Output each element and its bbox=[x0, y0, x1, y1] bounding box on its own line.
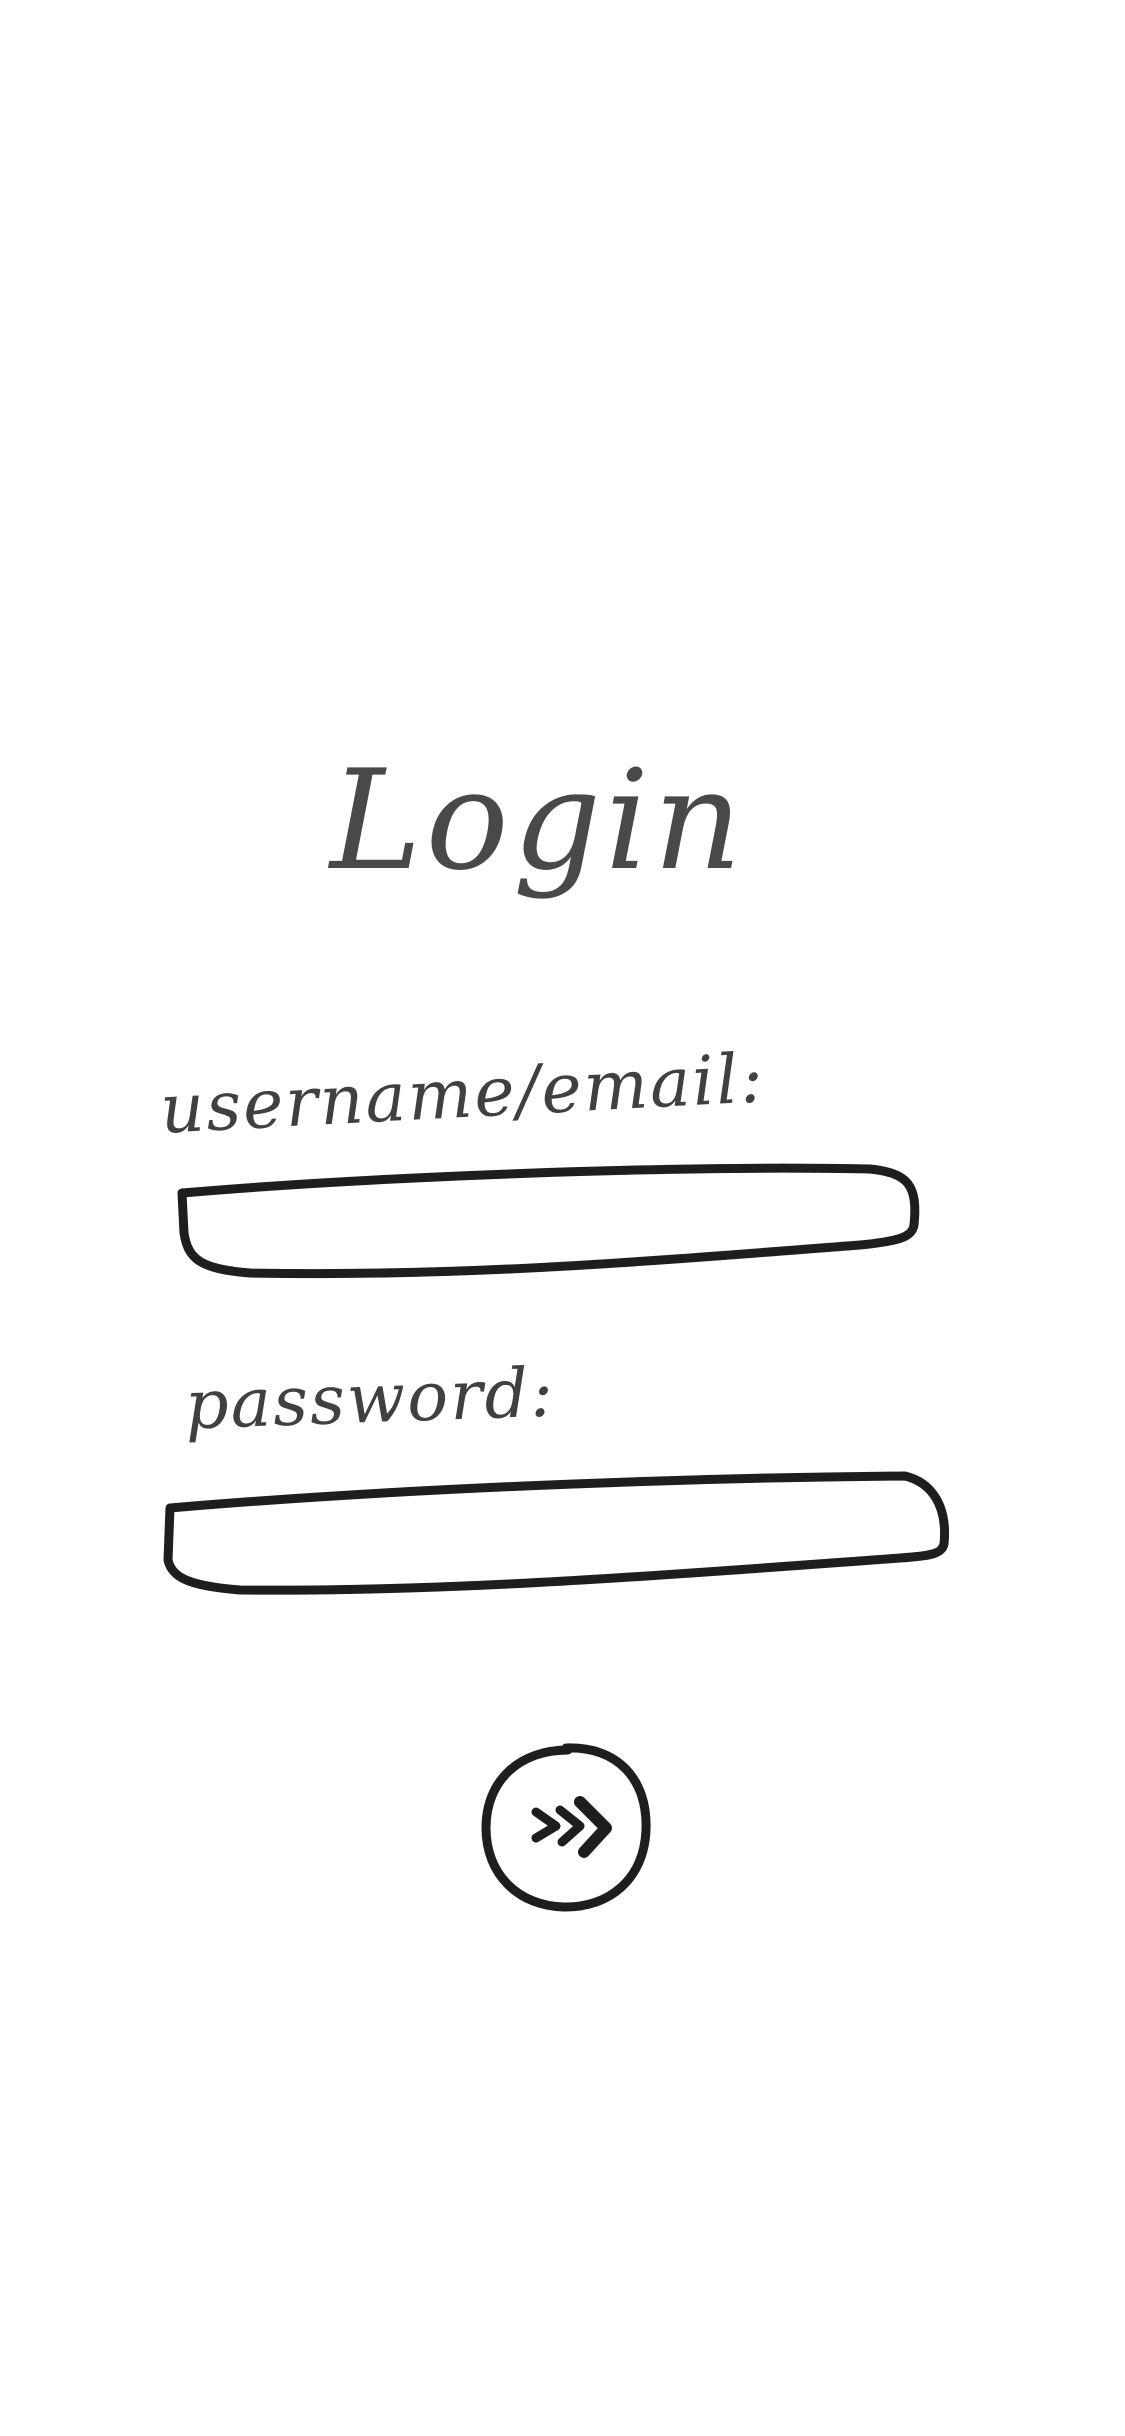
password-field[interactable] bbox=[160, 1460, 950, 1600]
username-field[interactable] bbox=[170, 1155, 920, 1285]
login-screen: Login username/email: password: bbox=[0, 0, 1125, 2436]
username-input[interactable] bbox=[210, 1183, 880, 1257]
password-label: password: bbox=[183, 1353, 557, 1446]
submit-button[interactable] bbox=[478, 1740, 653, 1915]
password-input[interactable] bbox=[200, 1488, 910, 1572]
page-title: Login bbox=[330, 740, 747, 901]
username-label: username/email: bbox=[158, 1039, 767, 1150]
double-chevron-right-icon bbox=[481, 1743, 651, 1912]
